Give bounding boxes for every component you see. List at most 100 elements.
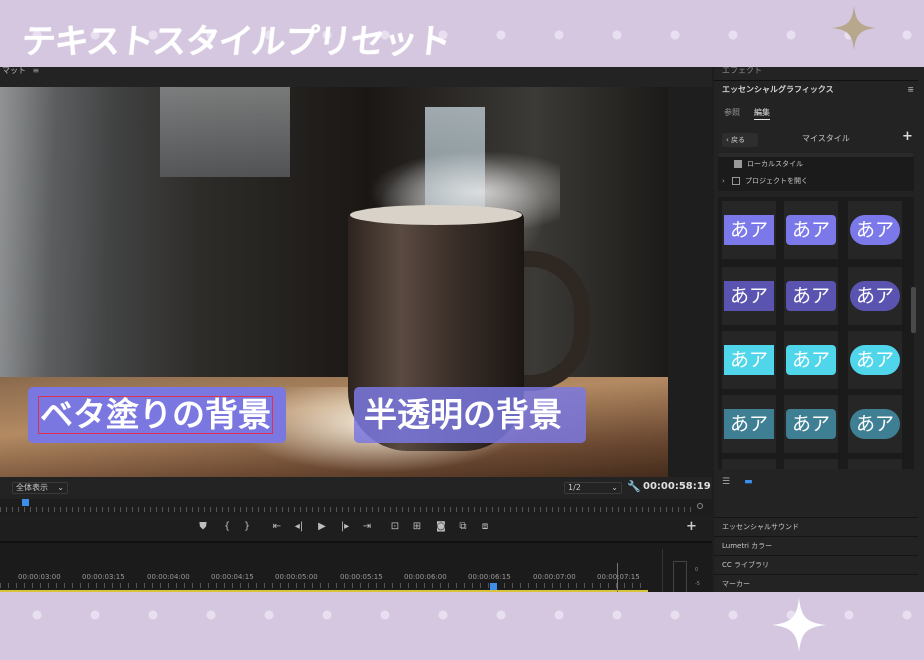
folder-row-local-styles[interactable]: ローカルスタイル [734, 159, 803, 169]
button-editor-icon[interactable]: + [686, 519, 697, 534]
style-preset-sample: あア [724, 281, 774, 311]
sparkle-icon [772, 598, 826, 652]
essential-sound-panel-tab[interactable]: エッセンシャルサウンド [714, 517, 918, 536]
style-preset-sample: あア [786, 281, 836, 311]
step-forward-icon[interactable]: |▸ [338, 521, 352, 532]
ruler-label: 00:00:04:00 [147, 573, 190, 581]
tab-browse[interactable]: 参照 [724, 107, 740, 118]
overwrite-icon[interactable]: ⊞ [410, 521, 424, 532]
program-monitor-video[interactable]: ベタ塗りの背景 半透明の背景 [0, 87, 668, 477]
style-preset-tile[interactable]: あア [784, 267, 838, 325]
style-preset-sample: あア [724, 345, 774, 375]
playback-resolution-select[interactable]: 1/2 ⌄ [564, 482, 622, 494]
style-preset-tile[interactable] [848, 459, 902, 469]
scrubber-end-handle[interactable] [697, 503, 703, 509]
style-preset-tile[interactable]: あア [722, 267, 776, 325]
add-icon[interactable]: + [902, 129, 913, 144]
step-back-icon[interactable]: ◂| [292, 521, 306, 532]
chevron-down-icon: ⌄ [611, 483, 618, 492]
style-preset-tile[interactable]: あア [848, 267, 902, 325]
add-marker-icon[interactable]: ⛊ [196, 521, 210, 532]
insert-icon[interactable]: ⊡ [388, 521, 402, 532]
cc-libraries-panel-tab[interactable]: CC ライブラリ [714, 555, 918, 574]
timeline-panel[interactable]: 00:00:03:00 00:00:03:15 00:00:04:00 00:0… [0, 541, 712, 592]
markers-panel-tab[interactable]: マーカー [714, 574, 918, 592]
style-preset-sample: あア [724, 409, 774, 439]
style-preset-tile[interactable]: あア [848, 201, 902, 259]
checkbox-checked-icon[interactable] [734, 160, 742, 168]
back-button[interactable]: ‹ 戻る [722, 133, 758, 147]
essential-graphics-header: エッセンシャルグラフィックス ≡ [714, 80, 918, 98]
timeline-playhead[interactable] [490, 583, 497, 590]
folder-row-open-project[interactable]: › プロジェクトを開く [722, 176, 808, 186]
go-to-in-icon[interactable]: ⇤ [270, 521, 284, 532]
banner-title: テキストスタイルプリセット [19, 22, 452, 62]
essential-graphics-panel: エフェクト エッセンシャルグラフィックス ≡ 参照 編集 ‹ 戻る マイスタイル… [714, 67, 924, 592]
chevron-right-icon[interactable]: › [722, 177, 732, 185]
zoom-level-value: 全体表示 [16, 483, 48, 492]
program-monitor-header: マット ≡ [0, 67, 712, 87]
style-preset-tile[interactable]: あア [784, 331, 838, 389]
transport-controls: ⛊ { } ⇤ ◂| ▶ |▸ ⇥ ⊡ ⊞ ◙ ⧉ ⧈ + [0, 515, 712, 541]
lumetri-color-panel-tab[interactable]: Lumetri カラー [714, 536, 918, 555]
preset-grid-scrollbar[interactable] [911, 287, 916, 333]
checkbox-icon[interactable] [732, 177, 740, 185]
comparison-view-icon[interactable]: ⧉ [456, 521, 470, 532]
monitor-controls-bar: 全体表示 ⌄ 1/2 ⌄ 🔧 00:00:58:19 [0, 477, 712, 499]
program-monitor-title: マット [2, 67, 26, 75]
wrench-icon[interactable]: 🔧 [627, 480, 641, 493]
effects-tab[interactable]: エフェクト [722, 67, 762, 76]
list-view-icon[interactable]: ☰ [722, 477, 730, 487]
style-preset-sample: あア [850, 215, 900, 245]
tab-edit[interactable]: 編集 [754, 107, 770, 120]
mark-out-icon[interactable]: } [240, 521, 254, 532]
work-area-bar[interactable] [0, 590, 648, 592]
zoom-level-select[interactable]: 全体表示 ⌄ [12, 482, 68, 494]
style-preset-tile[interactable]: あア [848, 395, 902, 453]
play-icon[interactable]: ▶ [315, 521, 329, 532]
mark-in-icon[interactable]: { [220, 521, 234, 532]
panel-scrollbar[interactable] [718, 153, 914, 157]
timeline-ruler-ticks [0, 583, 648, 588]
ruler-label: 00:00:04:15 [211, 573, 254, 581]
style-preset-tile[interactable]: あア [848, 331, 902, 389]
sparkle-icon [832, 6, 876, 50]
ruler-label: 00:00:07:00 [533, 573, 576, 581]
style-preset-sample: あア [850, 409, 900, 439]
go-to-out-icon[interactable]: ⇥ [360, 521, 374, 532]
ruler-label: 00:00:03:00 [18, 573, 61, 581]
style-preset-sample: あア [786, 345, 836, 375]
audio-meter: 0 -5 [662, 549, 708, 592]
monitor-scrubber[interactable] [0, 499, 712, 515]
ruler-label: 00:00:05:00 [275, 573, 318, 581]
safe-margins-icon[interactable]: ⧈ [478, 521, 492, 532]
icon-view-icon[interactable]: ▬ [744, 477, 753, 487]
style-preset-tile[interactable] [722, 459, 776, 469]
back-button-label: 戻る [731, 136, 746, 144]
premiere-window: マット ≡ ベタ塗りの背景 半透明の背景 全体表示 ⌄ 1/2 ⌄ 🔧 00:0… [0, 67, 924, 592]
caption-translucent-background[interactable]: 半透明の背景 [354, 387, 586, 443]
style-preset-tile[interactable]: あア [722, 395, 776, 453]
style-preset-tile[interactable]: あア [784, 395, 838, 453]
ruler-label: 00:00:06:00 [404, 573, 447, 581]
style-preset-tile[interactable]: あア [784, 201, 838, 259]
style-preset-grid: あア あア あア あア あア あア あア あア あア あア あア あア [718, 197, 916, 469]
video-background-window [160, 87, 290, 177]
audio-meter-bar [673, 561, 687, 592]
folder-label: ローカルスタイル [747, 160, 803, 168]
style-preset-tile[interactable]: あア [722, 331, 776, 389]
panel-menu-icon[interactable]: ≡ [907, 81, 914, 99]
camera-icon[interactable]: ◙ [434, 521, 448, 532]
style-preset-tile[interactable] [784, 459, 838, 469]
ruler-label: 00:00:06:15 [468, 573, 511, 581]
style-preset-tile[interactable]: あア [722, 201, 776, 259]
playhead-marker[interactable] [22, 499, 29, 506]
style-library-title: マイスタイル [802, 134, 850, 143]
panel-menu-icon[interactable]: ≡ [33, 67, 40, 75]
caption-translucent-text[interactable]: 半透明の背景 [364, 395, 562, 434]
video-mug-rim [350, 205, 522, 225]
style-preset-sample: あア [786, 215, 836, 245]
caption-opaque-background[interactable]: ベタ塗りの背景 [28, 387, 286, 443]
caption-opaque-text[interactable]: ベタ塗りの背景 [38, 396, 273, 434]
meter-label: -5 [695, 581, 700, 587]
